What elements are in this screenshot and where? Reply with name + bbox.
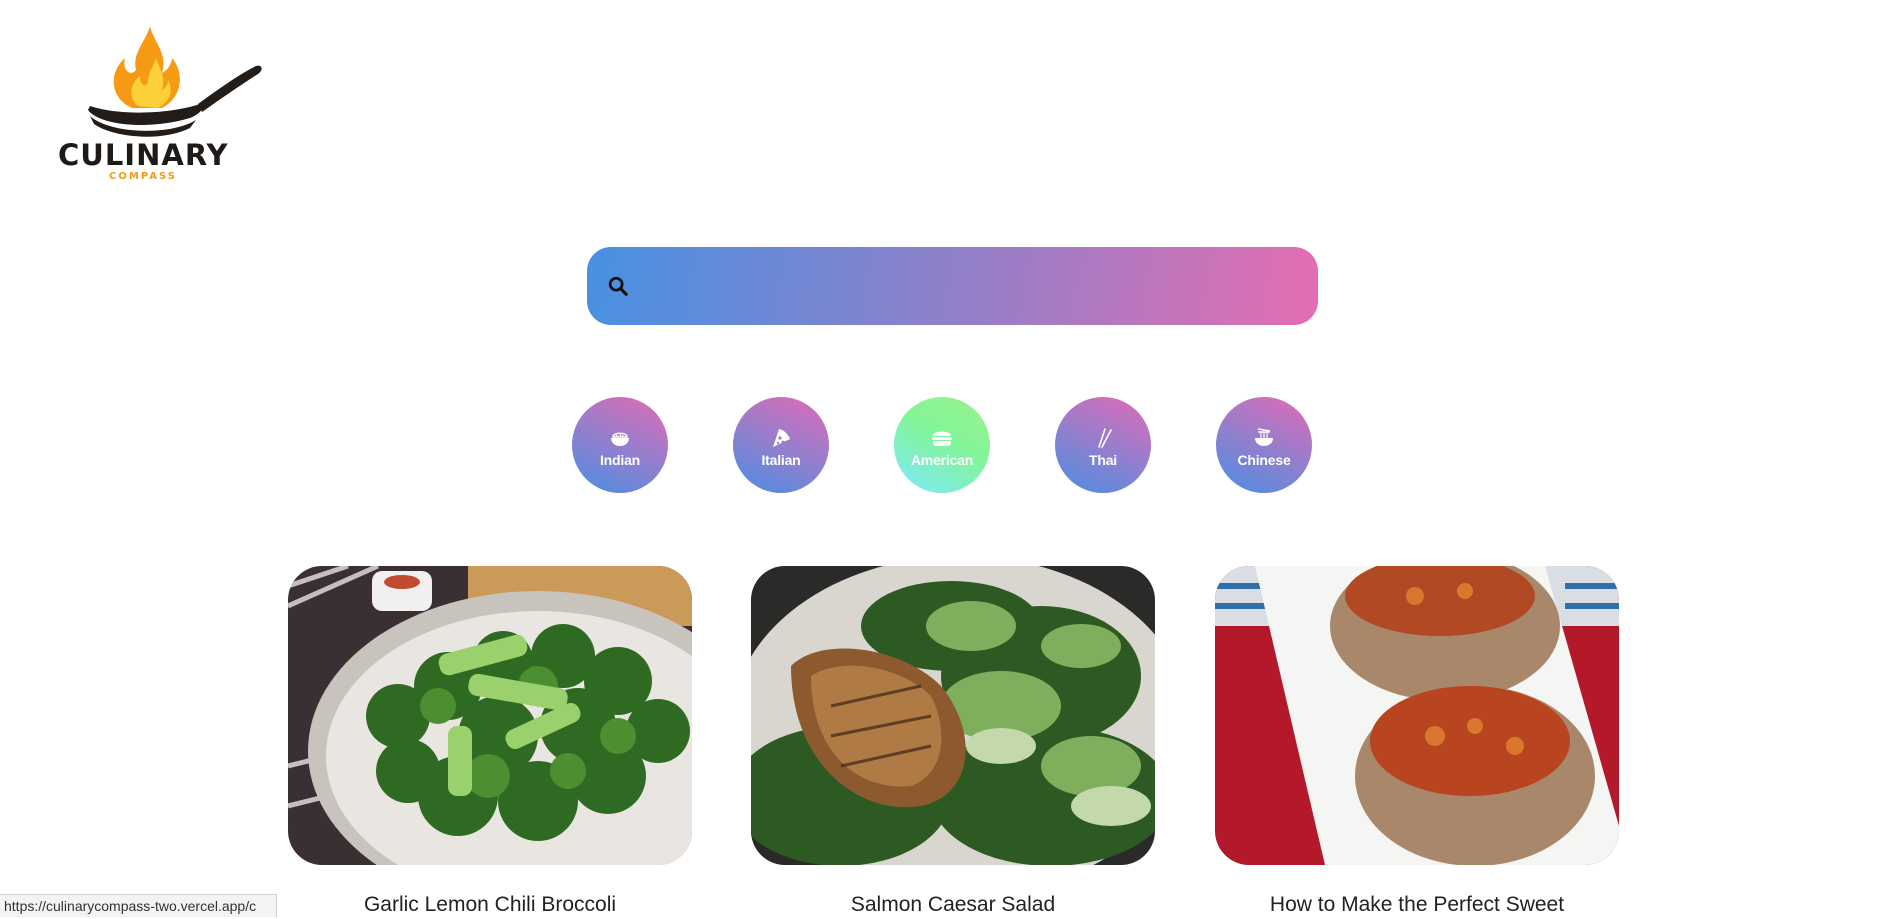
logo-wordmark: CULINARY	[58, 138, 229, 172]
recipe-title[interactable]: Salmon Caesar Salad	[751, 891, 1155, 919]
recipe-title[interactable]: Garlic Lemon Chili Broccoli	[288, 891, 692, 919]
recipe-image[interactable]	[1215, 566, 1619, 865]
status-bar-url: https://culinarycompass-two.vercel.app/c	[0, 894, 277, 917]
search-input[interactable]	[647, 261, 1291, 313]
category-chinese[interactable]: Chinese	[1216, 397, 1312, 493]
chopsticks-icon	[1098, 428, 1112, 448]
category-label: Chinese	[1237, 452, 1291, 468]
pizza-icon	[773, 429, 790, 447]
category-label: Italian	[761, 452, 801, 468]
recipe-card[interactable]: Garlic Lemon Chili Broccoli	[288, 566, 692, 919]
logo-subtitle: COMPASS	[109, 171, 177, 182]
category-label: American	[910, 452, 974, 468]
search-icon[interactable]	[607, 275, 629, 297]
category-label: Indian	[599, 452, 641, 468]
burger-icon	[932, 431, 952, 446]
category-thai[interactable]: Thai	[1055, 397, 1151, 493]
recipe-card[interactable]: How to Make the Perfect Sweet	[1215, 566, 1619, 919]
category-american[interactable]: American	[894, 397, 990, 493]
recipe-card[interactable]: Salmon Caesar Salad	[751, 566, 1155, 919]
rice-bowl-icon	[611, 432, 629, 446]
category-italian[interactable]: Italian	[733, 397, 829, 493]
search-bar[interactable]	[587, 247, 1318, 325]
category-indian[interactable]: Indian	[572, 397, 668, 493]
recipe-title[interactable]: How to Make the Perfect Sweet	[1215, 891, 1619, 919]
recipe-image[interactable]	[288, 566, 692, 865]
recipe-image[interactable]	[751, 566, 1155, 865]
site-logo[interactable]: CULINARY COMPASS	[50, 18, 270, 193]
category-label: Thai	[1089, 452, 1117, 468]
noodle-bowl-icon	[1255, 428, 1273, 446]
flaming-pan-icon	[88, 26, 262, 137]
